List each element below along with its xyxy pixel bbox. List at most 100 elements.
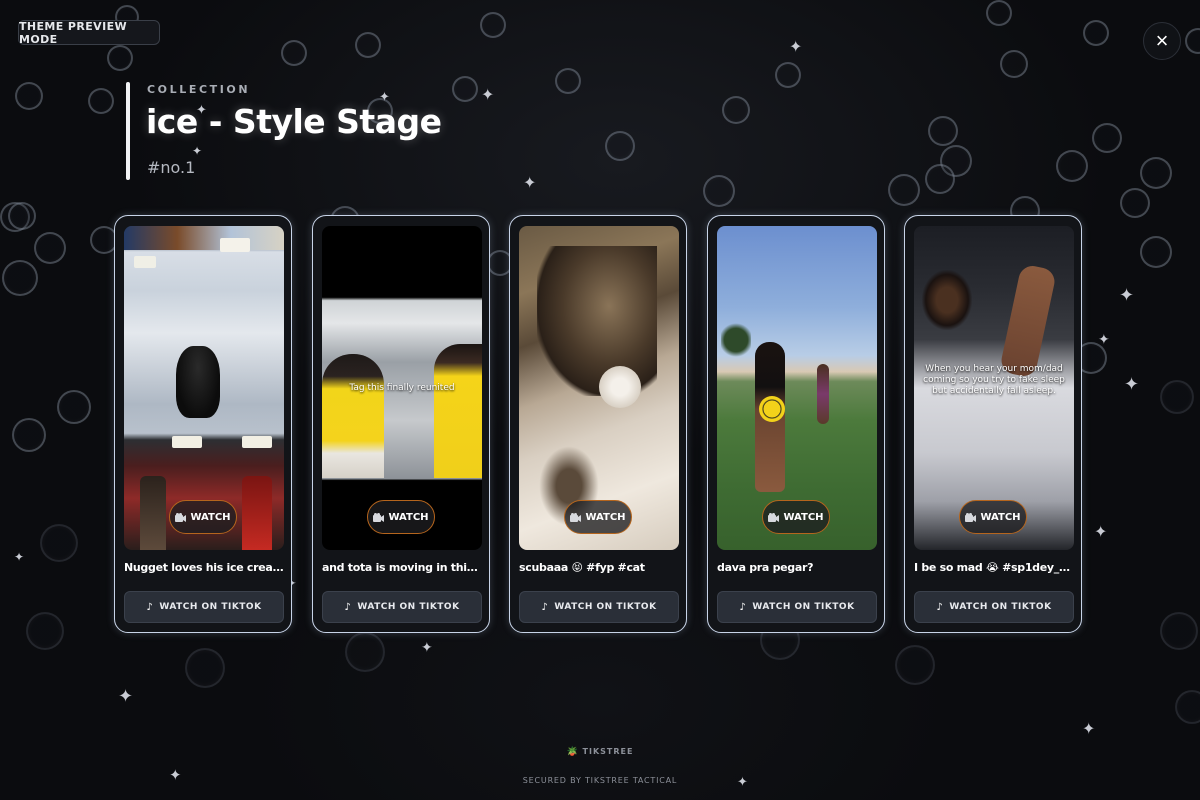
collection-subtitle: #no.1 (147, 158, 196, 177)
soccer-ball (759, 396, 785, 422)
sparkle-icon: ✦ (14, 550, 25, 564)
sparkle-icon: ✦ (481, 87, 495, 104)
watch-label: WATCH (783, 511, 824, 523)
watch-label: WATCH (980, 511, 1021, 523)
person-figure (434, 344, 482, 478)
person-figure (817, 364, 829, 424)
bubble-decoration (1140, 236, 1172, 268)
brand-name: TIKSTREE (582, 747, 634, 756)
watch-on-tiktok-button[interactable]: ♪ WATCH ON TIKTOK (322, 591, 482, 623)
bubble-decoration (775, 62, 801, 88)
watch-button[interactable]: WATCH (564, 500, 632, 534)
collection-label: COLLECTION (147, 83, 251, 96)
sparkle-icon: ✦ (192, 144, 203, 158)
bubble-decoration (107, 45, 133, 71)
pug-figure (176, 346, 220, 418)
tiktok-icon: ♪ (541, 601, 549, 613)
bubble-decoration (480, 12, 506, 38)
bubble-decoration (605, 131, 635, 161)
freezer-top-shelf (124, 226, 284, 250)
tiktok-icon: ♪ (739, 601, 747, 613)
sparkle-icon: ✦ (1119, 285, 1135, 305)
bottle (140, 476, 166, 550)
video-caption: Nugget loves his ice cream #nugget (124, 561, 284, 574)
bubble-decoration (8, 202, 36, 230)
tree (721, 322, 751, 358)
price-tag (220, 238, 250, 252)
cat-paw (599, 366, 641, 408)
watch-on-tiktok-button[interactable]: ♪ WATCH ON TIKTOK (124, 591, 284, 623)
bubble-decoration (12, 418, 46, 452)
bubble-decoration (895, 645, 935, 685)
sparkle-icon: ✦ (789, 39, 803, 56)
bubble-decoration (1056, 150, 1088, 182)
bubble-decoration (26, 612, 64, 650)
sparkle-icon: ✦ (118, 686, 134, 706)
sparkle-icon: ✦ (1098, 331, 1110, 347)
video-caption: dava pra pegar? (717, 561, 814, 574)
watch-button[interactable]: WATCH (367, 500, 435, 534)
bubble-decoration (185, 648, 225, 688)
bubble-decoration (1092, 123, 1122, 153)
theme-preview-badge: THEME PREVIEW MODE (18, 20, 160, 46)
tiktok-icon: ♪ (936, 601, 944, 613)
tiktok-button-label: WATCH ON TIKTOK (949, 602, 1052, 612)
close-button[interactable]: × (1143, 22, 1181, 60)
bubble-decoration (1160, 380, 1194, 414)
bubble-decoration (452, 76, 478, 102)
bubble-decoration (281, 40, 307, 66)
bubble-decoration (1000, 50, 1028, 78)
video-card[interactable]: WATCH dava pra pegar? ♪ WATCH ON TIKTOK (707, 215, 885, 633)
bubble-decoration (928, 116, 958, 146)
price-tag (172, 436, 202, 448)
watch-label: WATCH (585, 511, 626, 523)
bubble-decoration (345, 632, 385, 672)
bubble-decoration (1160, 612, 1198, 650)
sparkle-icon: ✦ (421, 639, 433, 655)
bubble-decoration (57, 390, 91, 424)
footer-brand: 🪴 TIKSTREE (0, 747, 1200, 757)
video-card[interactable]: Tag this finally reunited WATCH and tota… (312, 215, 490, 633)
watch-label: WATCH (190, 511, 231, 523)
tiktok-button-label: WATCH ON TIKTOK (159, 602, 262, 612)
bubble-decoration (925, 164, 955, 194)
watch-button[interactable]: WATCH (169, 500, 237, 534)
sparkle-icon: ✦ (1124, 374, 1140, 394)
page-title: ice - Style Stage (146, 102, 442, 141)
watch-on-tiktok-button[interactable]: ♪ WATCH ON TIKTOK (914, 591, 1074, 623)
video-caption: I be so mad 😭 #sp1dey_kyc #fyp (914, 561, 1074, 574)
cat-figure (537, 246, 657, 396)
bubble-decoration (40, 524, 78, 562)
bubble-decoration (15, 82, 43, 110)
bottle (242, 476, 272, 550)
footer-secured-text: SECURED BY TIKSTREE TACTICAL (522, 776, 678, 785)
video-caption: scubaaa 😝 #fyp #cat (519, 561, 645, 574)
price-tag (134, 256, 156, 268)
video-card[interactable]: WATCH Nugget loves his ice cream #nugget… (114, 215, 292, 633)
video-card[interactable]: WATCH scubaaa 😝 #fyp #cat ♪ WATCH ON TIK… (509, 215, 687, 633)
bubble-decoration (722, 96, 750, 124)
tiktok-icon: ♪ (344, 601, 352, 613)
video-card[interactable]: When you hear your mom/dad coming so you… (904, 215, 1082, 633)
person-arm (998, 263, 1058, 379)
watch-button[interactable]: WATCH (959, 500, 1027, 534)
tiktok-button-label: WATCH ON TIKTOK (752, 602, 855, 612)
bubble-decoration (555, 68, 581, 94)
accent-bar (126, 82, 130, 180)
bubble-decoration (2, 260, 38, 296)
watch-label: WATCH (388, 511, 429, 523)
camera-icon (570, 512, 582, 522)
watch-button[interactable]: WATCH (762, 500, 830, 534)
tiktok-button-label: WATCH ON TIKTOK (357, 602, 460, 612)
watch-on-tiktok-button[interactable]: ♪ WATCH ON TIKTOK (519, 591, 679, 623)
camera-icon (175, 512, 187, 522)
tiktok-button-label: WATCH ON TIKTOK (554, 602, 657, 612)
bubble-decoration (1083, 20, 1109, 46)
sparkle-icon: ✦ (1094, 524, 1108, 541)
camera-icon (768, 512, 780, 522)
bubble-decoration (34, 232, 66, 264)
bubble-decoration (1120, 188, 1150, 218)
bubble-decoration (88, 88, 114, 114)
watch-on-tiktok-button[interactable]: ♪ WATCH ON TIKTOK (717, 591, 877, 623)
tiktok-icon: ♪ (146, 601, 154, 613)
